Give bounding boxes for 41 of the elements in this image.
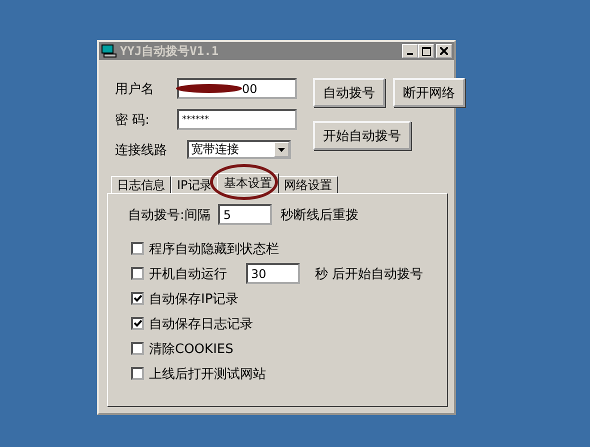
close-icon	[440, 47, 448, 55]
tab[interactable]: 基本设置	[216, 173, 279, 193]
checkbox[interactable]	[131, 267, 144, 280]
dial-button[interactable]: 开始自动拨号	[313, 121, 411, 150]
checkbox[interactable]	[131, 367, 144, 380]
maximize-button[interactable]	[418, 44, 434, 58]
option-label: 上线后打开测试网站	[149, 366, 266, 382]
password-label: 密 码:	[115, 112, 151, 128]
option-label: 自动保存日志记录	[149, 316, 253, 332]
line-dropdown[interactable]: 宽带连接	[187, 140, 291, 159]
check-icon	[134, 320, 142, 327]
tab[interactable]: 网络设置	[278, 176, 338, 193]
interval-field[interactable]: 5	[218, 204, 272, 225]
tab[interactable]: IP记录	[171, 176, 218, 193]
interval-suffix: 秒断线后重拨	[280, 206, 358, 224]
maximize-icon	[422, 46, 430, 56]
username-label: 用户名	[115, 80, 155, 98]
option-label: 自动保存IP记录	[149, 290, 239, 308]
minimize-button[interactable]	[402, 44, 418, 58]
line-label: 连接线路	[115, 142, 168, 158]
checkbox[interactable]	[131, 317, 144, 330]
tab[interactable]: 日志信息	[111, 176, 171, 193]
window-title: YYJ自动拨号V1.1	[120, 42, 220, 60]
checkbox[interactable]	[131, 292, 144, 305]
checkbox[interactable]	[131, 342, 144, 355]
annotation-circle	[210, 164, 278, 200]
username-field[interactable]: 00	[177, 78, 297, 99]
dial-button[interactable]: 断开网络	[393, 78, 465, 107]
dial-button[interactable]: 自动拨号	[313, 78, 385, 107]
delay-field[interactable]: 30	[246, 263, 300, 284]
option-label: 清除COOKIES	[149, 340, 234, 358]
option-label: 开机自动运行	[149, 266, 227, 282]
delay-suffix: 秒 后开始自动拨号	[315, 266, 424, 282]
interval-label: 自动拨号:间隔	[128, 206, 210, 224]
check-icon	[134, 295, 142, 302]
password-field[interactable]: ******	[177, 109, 297, 130]
caret-icon	[278, 148, 285, 152]
checkbox[interactable]	[131, 242, 144, 255]
computer-icon	[101, 44, 117, 58]
close-button[interactable]	[436, 44, 452, 58]
option-label: 程序自动隐藏到状态栏	[149, 240, 279, 258]
